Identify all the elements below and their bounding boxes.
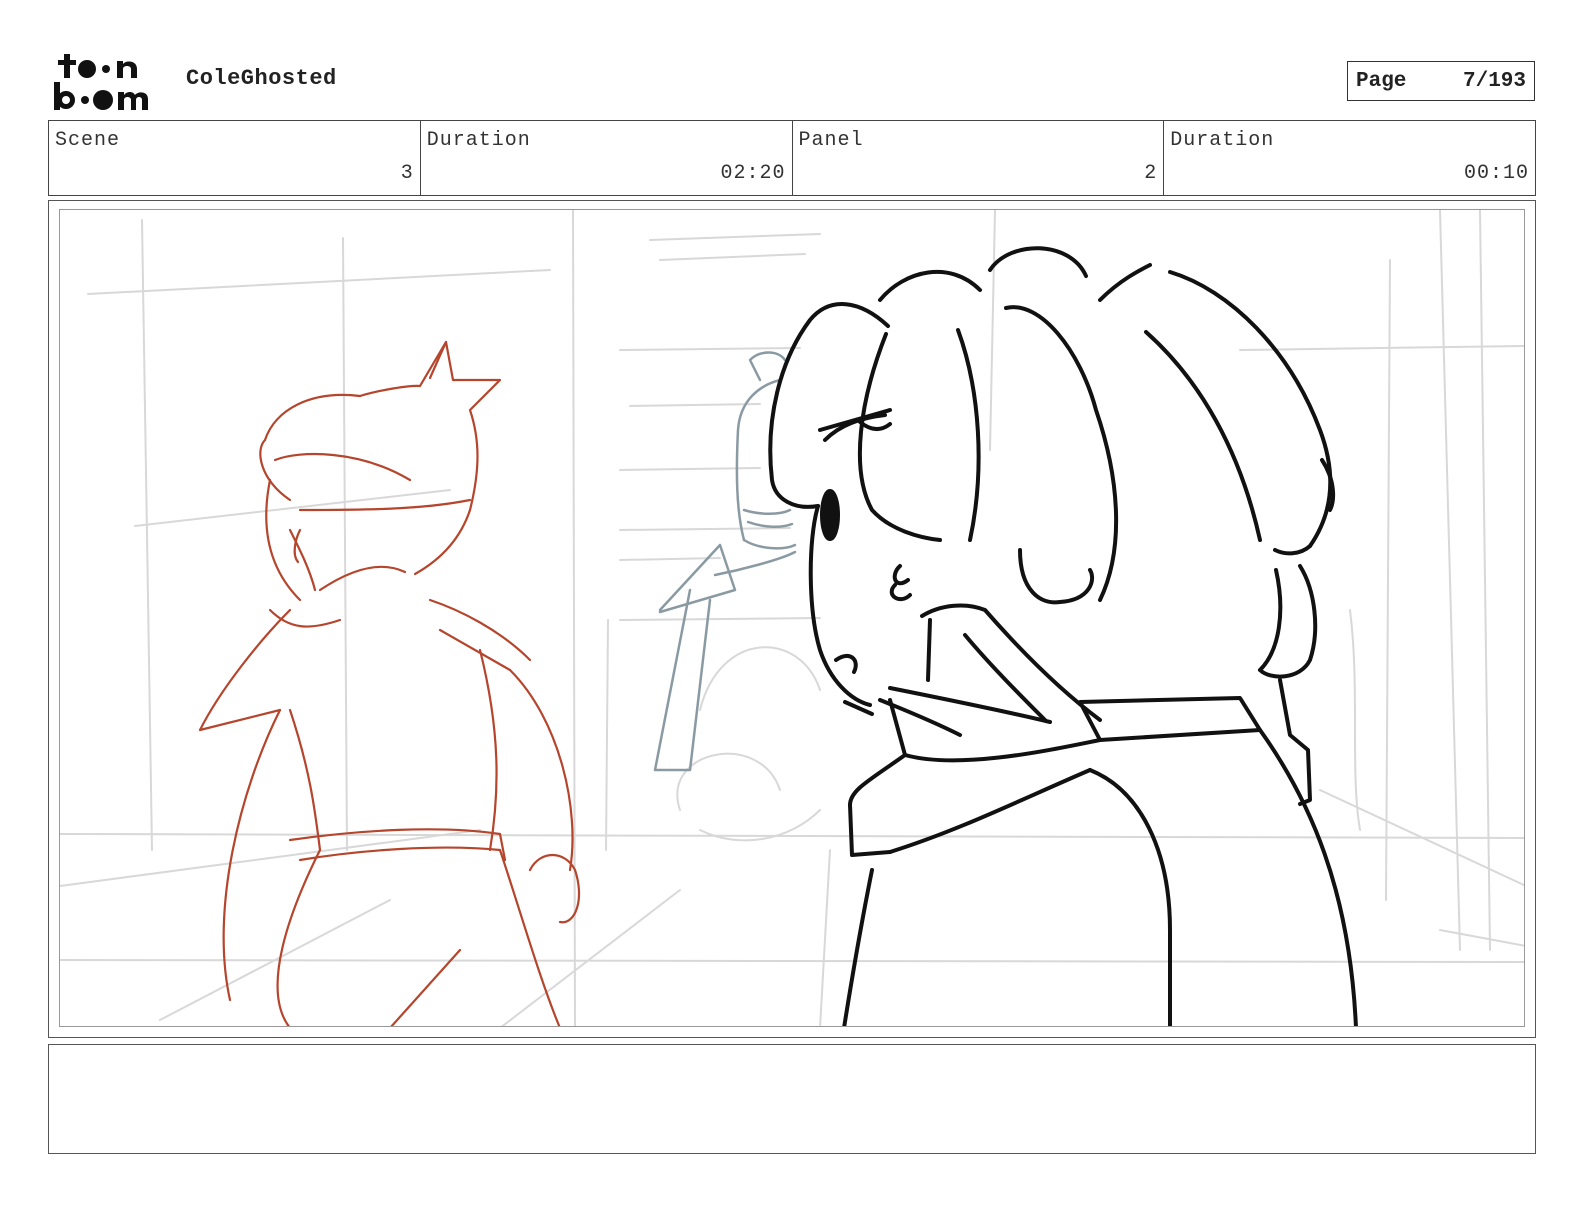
scene-duration-value: 02:20: [720, 162, 786, 185]
scene-duration-label: Duration: [426, 129, 531, 152]
panel-frame: [48, 200, 1536, 1038]
page-label: Page: [1356, 69, 1407, 93]
toon-boom-logo: [50, 50, 165, 112]
panel-drawing: [59, 209, 1525, 1027]
scene-label: Scene: [55, 129, 121, 152]
red-character-sketch: [198, 340, 580, 1026]
main-character-drawing: [768, 246, 1358, 1026]
panel-notes: [48, 1044, 1536, 1154]
panel-cell: Panel 2: [793, 121, 1165, 195]
panel-label: Panel: [798, 129, 864, 152]
project-title: ColeGhosted: [186, 66, 337, 91]
scene-cell: Scene 3: [49, 121, 421, 195]
panel-duration-value: 00:10: [1463, 162, 1529, 185]
panel-duration-cell: Duration 00:10: [1164, 121, 1535, 195]
storyboard-info-row: Scene 3 Duration 02:20 Panel 2 Duration …: [48, 120, 1536, 196]
scene-duration-cell: Duration 02:20: [421, 121, 793, 195]
page-number: 7/193: [1462, 69, 1526, 93]
page-indicator: Page 7/193: [1347, 61, 1535, 101]
scene-value: 3: [400, 162, 414, 185]
panel-duration-label: Duration: [1170, 129, 1275, 152]
panel-value: 2: [1144, 162, 1158, 185]
